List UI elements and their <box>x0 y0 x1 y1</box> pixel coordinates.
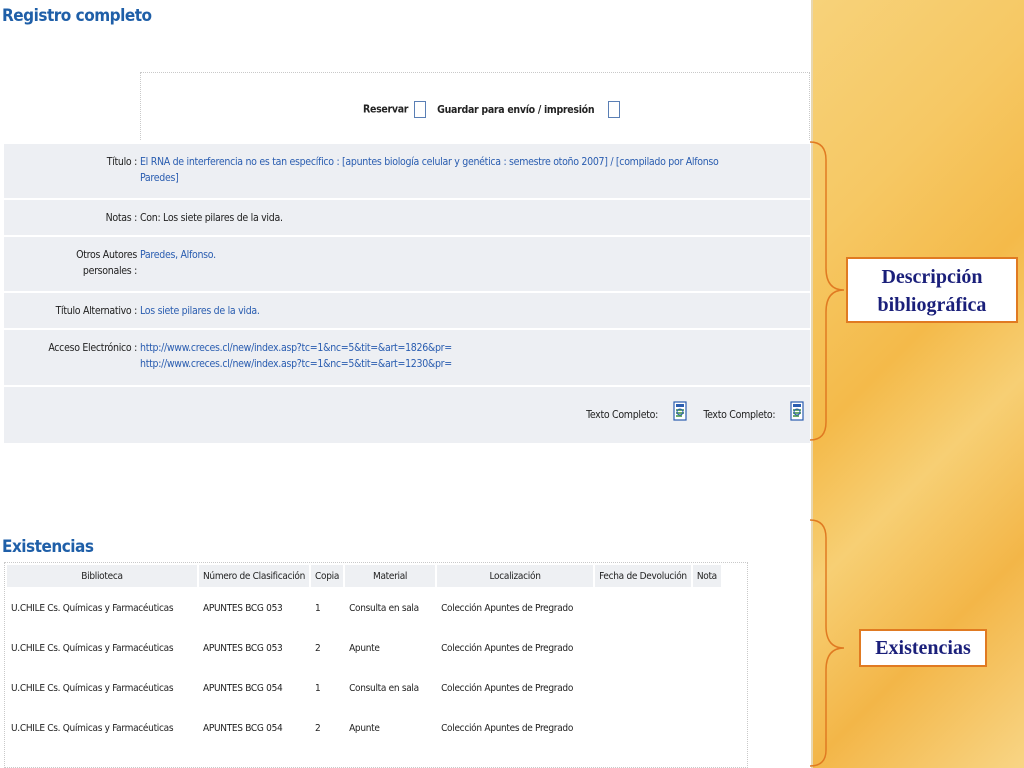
reserve-label: Reservar <box>363 103 409 116</box>
table-cell <box>693 709 721 747</box>
table-cell: 1 <box>315 682 321 694</box>
field-label: Acceso Electrónico : <box>48 342 137 354</box>
callout-holdings: Existencias <box>859 629 987 667</box>
field-row-title: Título : El RNA de interferencia no es t… <box>4 142 810 198</box>
title-link-line1[interactable]: El RNA de interferencia no es tan especí… <box>140 154 796 170</box>
field-row-notes: Notas : Con: Los siete pilares de la vid… <box>4 198 810 235</box>
field-label: Título : <box>106 156 138 168</box>
field-label-line1: Otros Autores <box>76 249 137 261</box>
table-cell <box>595 709 691 747</box>
reserve-bar: Reservar Guardar para envío / impresión <box>140 72 810 140</box>
author-link[interactable]: Paredes, Alfonso. <box>140 247 796 263</box>
column-header: Número de Clasificación <box>199 565 310 587</box>
callout-line2: bibliográfica <box>877 294 987 316</box>
field-label: Otros Autores personales : <box>4 247 137 279</box>
column-header: Nota <box>692 565 721 587</box>
field-label: Título Alternativo : <box>55 305 138 317</box>
table-row: U.CHILE Cs. Químicas y Farmacéuticas APU… <box>7 709 721 747</box>
column-header: Copia <box>311 565 344 587</box>
url-link-2[interactable]: http://www.creces.cl/new/index.asp?tc=1&… <box>140 356 796 372</box>
column-header: Biblioteca <box>7 565 197 587</box>
table-cell: Apunte <box>349 642 380 654</box>
fulltext-links: Texto Completo: Texto Completo: <box>586 401 804 421</box>
holdings-table-wrapper: Biblioteca Número de Clasificación Copia… <box>4 562 748 768</box>
title-link-line2[interactable]: Paredes] <box>140 170 796 186</box>
table-cell: 1 <box>315 602 321 614</box>
holdings-table: Biblioteca Número de Clasificación Copia… <box>5 563 723 749</box>
table-cell <box>595 669 691 707</box>
table-cell: Colección Apuntes de Pregrado <box>441 602 574 614</box>
table-cell <box>693 669 721 707</box>
url-link-1[interactable]: http://www.creces.cl/new/index.asp?tc=1&… <box>140 340 796 356</box>
callout-line1: Descripción <box>881 266 983 288</box>
field-row-electronic-access: Acceso Electrónico : http://www.creces.c… <box>4 328 810 385</box>
table-cell: APUNTES BCG 054 <box>203 722 283 734</box>
table-row: U.CHILE Cs. Químicas y Farmacéuticas APU… <box>7 589 721 627</box>
fulltext-document-icon[interactable] <box>790 401 804 421</box>
table-cell <box>693 629 721 667</box>
field-label: Notas : <box>105 212 138 224</box>
table-cell: Apunte <box>349 722 380 734</box>
fulltext-label-1: Texto Completo: <box>586 409 659 421</box>
table-cell: Colección Apuntes de Pregrado <box>441 642 574 654</box>
table-cell: Colección Apuntes de Pregrado <box>441 682 574 694</box>
field-value-urls: http://www.creces.cl/new/index.asp?tc=1&… <box>140 340 796 372</box>
reserve-checkbox[interactable] <box>414 101 427 118</box>
holdings-title: Existencias <box>2 537 94 557</box>
fulltext-document-icon[interactable] <box>673 401 687 421</box>
table-cell: Consulta en sala <box>349 602 419 614</box>
column-header: Fecha de Devolución <box>595 565 691 587</box>
column-header: Material <box>345 565 436 587</box>
table-cell: U.CHILE Cs. Químicas y Farmacéuticas <box>11 682 174 694</box>
table-cell: 2 <box>315 642 321 654</box>
alt-title-link[interactable]: Los siete pilares de la vida. <box>140 303 796 319</box>
field-label-line2: personales : <box>82 265 137 277</box>
save-label: Guardar para envío / impresión <box>437 103 595 116</box>
table-cell: Colección Apuntes de Pregrado <box>441 722 574 734</box>
table-cell: Consulta en sala <box>349 682 419 694</box>
table-cell: APUNTES BCG 054 <box>203 682 283 694</box>
callout-bibliographic-description: Descripción bibliográfica <box>846 257 1018 323</box>
table-cell: U.CHILE Cs. Químicas y Farmacéuticas <box>11 722 174 734</box>
field-value-notes: Con: Los siete pilares de la vida. <box>140 212 283 224</box>
table-cell <box>595 629 691 667</box>
holdings-brace-icon <box>809 519 845 767</box>
table-row: U.CHILE Cs. Químicas y Farmacéuticas APU… <box>7 669 721 707</box>
fulltext-row: Texto Completo: Texto Completo: <box>4 385 810 443</box>
catalog-record-panel: Registro completo Reservar Guardar para … <box>0 0 811 768</box>
holdings-header-row: Biblioteca Número de Clasificación Copia… <box>7 565 721 587</box>
reserve-line: Reservar Guardar para envío / impresión <box>363 101 626 118</box>
table-cell: APUNTES BCG 053 <box>203 602 283 614</box>
table-row: U.CHILE Cs. Químicas y Farmacéuticas APU… <box>7 629 721 667</box>
table-cell: APUNTES BCG 053 <box>203 642 283 654</box>
save-checkbox[interactable] <box>608 101 621 118</box>
table-cell <box>693 589 721 627</box>
field-row-alt-title: Título Alternativo : Los siete pilares d… <box>4 291 810 328</box>
field-row-other-authors: Otros Autores personales : Paredes, Alfo… <box>4 235 810 291</box>
page-title: Registro completo <box>2 6 152 26</box>
fulltext-label-2: Texto Completo: <box>703 409 776 421</box>
table-cell <box>595 589 691 627</box>
table-cell: 2 <box>315 722 321 734</box>
field-value-title[interactable]: El RNA de interferencia no es tan especí… <box>140 154 796 186</box>
column-header: Localización <box>437 565 594 587</box>
bibliographic-brace-icon <box>809 141 845 441</box>
table-cell: U.CHILE Cs. Químicas y Farmacéuticas <box>11 602 174 614</box>
table-cell: U.CHILE Cs. Químicas y Farmacéuticas <box>11 642 174 654</box>
